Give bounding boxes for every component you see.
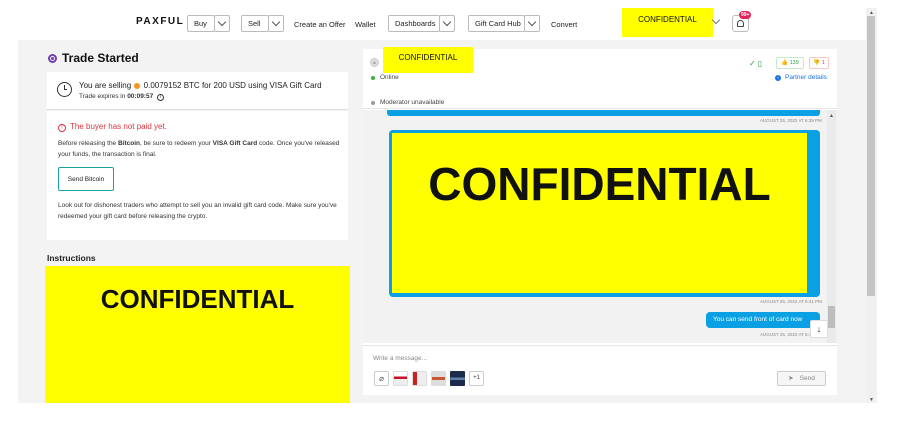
page-scrollbar[interactable]: ▲ ▼ — [866, 8, 877, 403]
attachment-thumbnail[interactable] — [450, 371, 465, 386]
trade-expiry: Trade expires in 00:09:57 i — [79, 93, 165, 101]
chat-message: You can send front of card now — [706, 312, 820, 328]
trade-summary: You are selling 0.0079152 BTC for 200 US… — [79, 81, 322, 90]
trade-instructions-card: ! The buyer has not paid yet. Before rele… — [47, 111, 348, 240]
scroll-up-icon[interactable]: ▲ — [829, 113, 834, 119]
send-icon: ➤ — [788, 375, 794, 382]
confidential-redaction: CONFIDENTIAL — [622, 8, 713, 37]
bell-icon — [737, 20, 744, 27]
message-timestamp: AUGUST 25, 2022 AT 6:4 — [760, 332, 812, 337]
instructions-heading: Instructions — [47, 253, 96, 263]
positive-feedback: 👍 139 — [776, 57, 804, 69]
sell-chevron-down-icon[interactable] — [268, 15, 284, 32]
attachment-thumbnail[interactable] — [431, 371, 446, 386]
dashboards-dropdown[interactable]: Dashboards — [388, 15, 440, 32]
attachment-thumbnail[interactable] — [393, 371, 408, 386]
convert-link[interactable]: Convert — [551, 20, 577, 29]
chat-header: A CONFIDENTIAL Online Moderator unavaila… — [363, 47, 837, 109]
payment-warning: ! The buyer has not paid yet. — [58, 122, 167, 132]
scroll-down-icon[interactable]: ▼ — [869, 397, 874, 403]
profile-chevron-down-icon[interactable] — [711, 15, 721, 25]
clock-icon — [57, 82, 72, 97]
chat-scrollbar[interactable]: ▲ — [827, 110, 836, 343]
sell-dropdown[interactable]: Sell — [241, 15, 269, 32]
paperclip-icon[interactable]: ⌀ — [374, 371, 389, 386]
online-status-icon — [371, 76, 375, 80]
chat-message: CONFIDENTIAL — [389, 130, 820, 297]
thumbs-down-icon: 👎 — [813, 60, 821, 66]
dishonest-traders-notice: Look out for dishonest traders who attem… — [58, 202, 337, 220]
scrollbar-thumb[interactable] — [867, 16, 875, 296]
chat-messages[interactable]: AUGUST 25, 2022 AT 6:39 PM CONFIDENTIAL … — [363, 110, 837, 343]
top-nav: PAXFUL Buy Sell Create an Offer Wallet D… — [0, 0, 902, 40]
online-status: Online — [380, 74, 399, 81]
scrollbar-thumb[interactable] — [828, 306, 835, 328]
buy-chevron-down-icon[interactable] — [214, 15, 230, 32]
gift-card-hub-dropdown[interactable]: Gift Card Hub — [468, 15, 525, 32]
moderator-status: Moderator unavailable — [380, 99, 445, 106]
scroll-to-bottom-button[interactable]: ↓ — [810, 320, 828, 338]
buy-dropdown[interactable]: Buy — [187, 15, 215, 32]
negative-feedback: 👎 1 — [809, 57, 829, 69]
confidential-redaction: CONFIDENTIAL — [392, 133, 807, 293]
send-message-button[interactable]: ➤ Send — [777, 371, 826, 386]
attachment-thumbnail[interactable] — [412, 371, 427, 386]
confidential-redaction: CONFIDENTIAL — [45, 266, 350, 403]
message-input[interactable] — [373, 352, 673, 364]
info-icon[interactable]: i — [157, 94, 165, 101]
chat-message — [387, 110, 820, 116]
bitcoin-icon — [134, 83, 141, 89]
create-offer-link[interactable]: Create an Offer — [294, 20, 346, 29]
page-title: Trade Started — [62, 51, 139, 65]
avatar[interactable]: A — [370, 58, 379, 67]
confidential-redaction: CONFIDENTIAL — [383, 47, 473, 73]
gift-card-hub-chevron-down-icon[interactable] — [524, 15, 540, 32]
moderator-status-icon — [371, 101, 375, 105]
partner-details-link[interactable]: i Partner details — [775, 74, 827, 81]
message-composer: ⌀ +1 ➤Send — [363, 345, 837, 395]
verified-user-icon: ✓▯ — [749, 59, 765, 68]
trade-summary-card: You are selling 0.0079152 BTC for 200 US… — [47, 72, 348, 110]
notification-badge: 99+ — [739, 11, 752, 19]
paxful-logo[interactable]: PAXFUL — [136, 16, 184, 27]
dashboards-chevron-down-icon[interactable] — [439, 15, 455, 32]
more-attachments-button[interactable]: +1 — [469, 371, 484, 386]
info-icon: i — [775, 75, 781, 81]
wallet-link[interactable]: Wallet — [355, 20, 376, 29]
alert-icon: ! — [58, 124, 66, 132]
arrow-down-icon: ↓ — [816, 324, 822, 334]
thumbs-up-icon: 👍 — [781, 60, 789, 66]
release-notice: Before releasing the Bitcoin, be sure to… — [58, 140, 340, 158]
send-bitcoin-button[interactable]: Send Bitcoin — [58, 167, 114, 191]
message-timestamp: AUGUST 25, 2022 AT 6:41 PM — [760, 299, 822, 304]
chat-panel: A CONFIDENTIAL Online Moderator unavaila… — [363, 47, 837, 395]
message-timestamp: AUGUST 25, 2022 AT 6:39 PM — [760, 118, 822, 123]
